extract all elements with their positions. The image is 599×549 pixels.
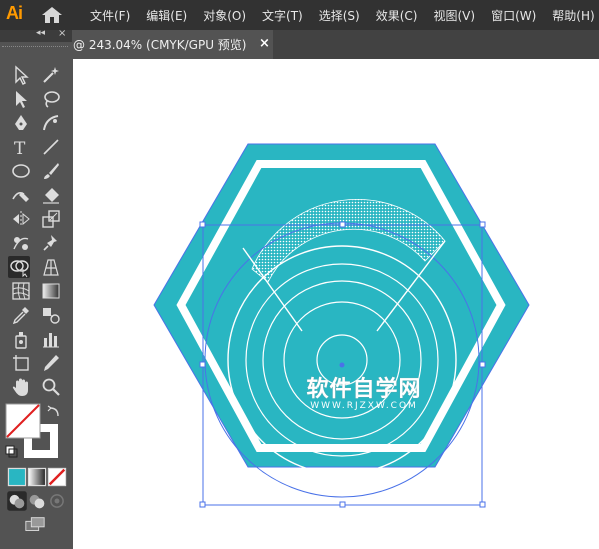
pen-tool-icon[interactable] [10,112,32,134]
direct-selection-tool-icon[interactable] [10,88,32,110]
handle-br [479,501,486,508]
menu-bar: Ai 文件(F) 编辑(E) 对象(O) 文字(T) 选择(S) 效果(C) 视… [0,0,599,30]
document-tab-bar: @ 243.04% (CMYK/GPU 预览) × [73,30,599,59]
eyedropper-tool-icon[interactable] [10,304,32,326]
handle-bc [339,501,346,508]
menu-edit[interactable]: 编辑(E) [138,7,195,24]
handle-tr [479,221,486,228]
hand-tool-icon[interactable] [10,376,32,398]
center-point [339,362,345,368]
watermark: 软件自学网 WWW.RJZXW.COM [294,371,434,411]
shaper-tool-icon[interactable] [10,184,32,206]
curvature-tool-icon[interactable] [40,112,62,134]
pin-tool-icon[interactable] [40,232,62,254]
handle-bl [199,501,206,508]
reflect-tool-icon[interactable] [10,208,32,230]
menu-view[interactable]: 视图(V) [425,7,483,24]
eraser-tool-icon[interactable] [40,184,62,206]
shape-builder-tool-icon[interactable] [8,256,30,278]
gradient-tool-icon[interactable] [40,280,62,302]
menu-items: 文件(F) 编辑(E) 对象(O) 文字(T) 选择(S) 效果(C) 视图(V… [82,0,599,30]
mesh-tool-icon[interactable] [10,280,32,302]
lasso-tool-icon[interactable] [40,88,62,110]
handle-tc [339,221,346,228]
scale-tool-icon[interactable] [40,208,62,230]
watermark-sub: WWW.RJZXW.COM [310,401,418,411]
paintbrush-tool-icon[interactable] [40,160,62,182]
close-icon[interactable]: × [259,36,270,51]
menu-help[interactable]: 帮助(H) [544,7,599,24]
fill-stroke-swatches[interactable] [4,402,64,462]
type-tool-icon[interactable]: T [10,136,32,158]
svg-text:T: T [14,139,26,158]
menu-effect[interactable]: 效果(C) [368,7,426,24]
handle-mr [479,361,486,368]
perspective-grid-tool-icon[interactable] [40,256,62,278]
puppet-warp-tool-icon[interactable] [10,232,32,254]
document-tab[interactable]: @ 243.04% (CMYK/GPU 预览) × [73,30,273,59]
screen-mode-icon[interactable] [24,514,48,534]
gradient-mode-button[interactable] [26,466,47,487]
tools-panel: ◂◂ × T [0,28,72,549]
menu-window[interactable]: 窗口(W) [483,7,544,24]
app-logo: Ai [6,3,23,23]
ellipse-tool-icon[interactable] [10,160,32,182]
draw-normal-icon[interactable] [6,490,27,511]
menu-object[interactable]: 对象(O) [195,7,254,24]
document-tab-label: @ 243.04% (CMYK/GPU 预览) [73,38,247,52]
artboard-tool-icon[interactable] [10,352,32,374]
symbol-sprayer-tool-icon[interactable] [10,328,32,350]
magic-wand-tool-icon[interactable] [40,64,62,86]
slice-tool-icon[interactable] [40,352,62,374]
column-graph-tool-icon[interactable] [40,328,62,350]
home-icon[interactable] [40,6,64,24]
watermark-main: 软件自学网 [306,377,422,402]
selection-tool-icon[interactable] [10,64,32,86]
tools-panel-header: ◂◂ × [0,28,72,42]
artwork[interactable] [73,59,599,549]
close-panel-icon[interactable]: × [58,28,66,39]
zoom-tool-icon[interactable] [40,376,62,398]
line-segment-tool-icon[interactable] [40,136,62,158]
none-mode-button[interactable] [46,466,67,487]
panel-grip[interactable] [2,46,68,49]
collapse-panel-icon[interactable]: ◂◂ [36,28,45,38]
handle-ml [199,361,206,368]
menu-type[interactable]: 文字(T) [254,7,311,24]
draw-behind-icon[interactable] [26,490,45,509]
artboard-canvas[interactable] [73,59,599,549]
handle-tl [199,221,206,228]
color-mode-button[interactable] [6,466,27,487]
draw-inside-icon[interactable] [46,490,64,508]
menu-file[interactable]: 文件(F) [82,7,138,24]
menu-select[interactable]: 选择(S) [311,7,368,24]
blend-tool-icon[interactable] [40,304,62,326]
